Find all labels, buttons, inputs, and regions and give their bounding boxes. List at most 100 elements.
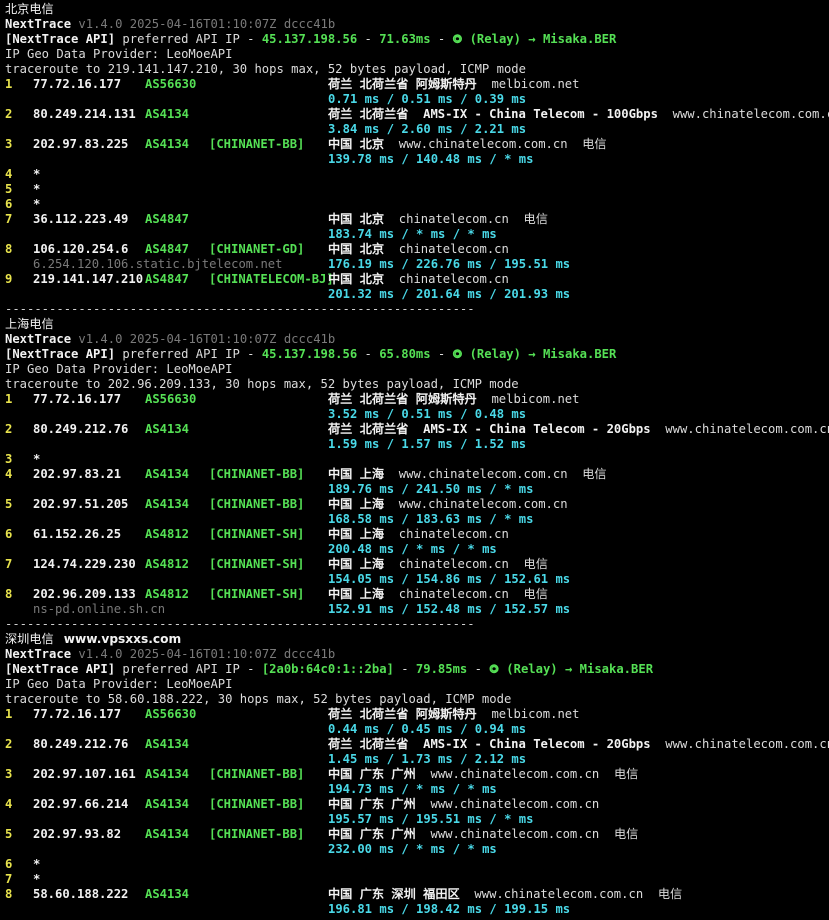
hop-rtt-row: 6.254.120.106.static.bjtelecom.net 176.19…: [5, 257, 829, 272]
hop-geo: 中国 广东 广州: [328, 767, 416, 781]
traceroute-line: traceroute to 202.96.209.133, 30 hops ma…: [5, 377, 829, 392]
hop-rtt: 1.59 ms / 1.57 ms / 1.52 ms: [328, 437, 527, 451]
hop-rtt: 152.91 ms / 152.48 ms / 152.57 ms: [328, 602, 571, 616]
section-label: 北京电信: [5, 2, 54, 16]
hop-row: 3 *: [5, 452, 829, 467]
hop-geo-info: 中国 广东 广州 www.chinatelecom.com.cn: [328, 797, 599, 812]
hop-domain: www.chinatelecom.com.cn: [398, 467, 568, 481]
hop-hostname: 6.254.120.106.static.bjtelecom.net: [33, 257, 283, 271]
hop-domain: chinatelecom.cn: [398, 272, 509, 286]
traceroute-command: traceroute to 58.60.188.222, 30 hops max…: [5, 692, 512, 706]
hop-domain: www.chinatelecom.com.cn: [430, 767, 600, 781]
version-info: v1.4.0 2025-04-16T01:10:07Z dccc41b: [78, 647, 336, 661]
hop-geo: 中国 广东 深圳 福田区: [328, 887, 460, 901]
hop-isp: 电信: [523, 557, 548, 571]
hop-geo-info: 中国 上海 chinatelecom.cn 电信: [328, 557, 548, 572]
geo-provider-line: IP Geo Data Provider: LeoMoeAPI: [5, 47, 829, 62]
hop-geo: 中国 上海: [328, 557, 385, 571]
hop-ip: 202.97.107.161: [33, 767, 136, 781]
hop-number: 2: [5, 107, 13, 121]
hop-number: 8: [5, 242, 13, 256]
hop-geo: 中国 北京: [328, 242, 385, 256]
site-watermark: www.vpsxxs.com: [63, 632, 182, 646]
traceroute-command: traceroute to 202.96.209.133, 30 hops ma…: [5, 377, 519, 391]
hop-isp: 电信: [613, 767, 639, 781]
hop-geo: 荷兰 北荷兰省 AMS-IX - China Telecom - 20Gbps: [328, 422, 651, 436]
api-latency: 71.63ms: [379, 32, 431, 46]
hop-asn: AS4134: [145, 467, 190, 481]
hop-ip: 77.72.16.177: [33, 392, 122, 406]
hop-rtt: 176.19 ms / 226.76 ms / 195.51 ms: [328, 257, 571, 271]
hop-rtt: 3.52 ms / 0.51 ms / 0.48 ms: [328, 407, 527, 421]
hop-geo: 中国 上海: [328, 587, 385, 601]
hop-tag: [CHINANET-GD]: [209, 242, 305, 256]
hop-row: 3 202.97.107.161 AS4134 [CHINANET-BB] 中国 广东 …: [5, 767, 829, 782]
api-text: preferred API IP -: [115, 32, 262, 46]
hop-geo-info: 中国 上海 www.chinatelecom.com.cn: [328, 497, 568, 512]
hop-row: 2 80.249.212.76 AS4134 荷兰 北荷兰省 AMS-IX - Chi…: [5, 737, 829, 752]
hop-asn: AS4134: [145, 737, 190, 751]
version-line: NextTrace v1.4.0 2025-04-16T01:10:07Z dc…: [5, 647, 829, 662]
hop-number: 3: [5, 137, 13, 151]
hop-row: 7 36.112.223.49 AS4847 中国 北京 chinatelecom.c…: [5, 212, 829, 227]
hop-asn: AS4847: [145, 212, 190, 226]
hop-number: 6: [5, 857, 13, 871]
app-name: NextTrace: [5, 17, 72, 31]
api-sep: -: [393, 662, 416, 676]
hop-geo-info: 中国 北京 chinatelecom.cn: [328, 242, 509, 257]
api-sep: -: [430, 347, 453, 361]
separator-line: ----------------------------------------…: [5, 617, 829, 632]
hop-ip: 124.74.229.230: [33, 557, 136, 571]
hop-tag: [CHINANET-SH]: [209, 557, 305, 571]
hop-asn: AS4812: [145, 557, 190, 571]
hop-number: 2: [5, 737, 13, 751]
hop-domain: chinatelecom.cn: [398, 212, 509, 226]
hop-ip: *: [33, 872, 41, 886]
hop-row: 8 106.120.254.6 AS4847 [CHINANET-GD] 中国 北京 c…: [5, 242, 829, 257]
hop-hostname: ns-pd.online.sh.cn: [33, 602, 166, 616]
separator: ----------------------------------------…: [5, 302, 475, 316]
hop-geo: 荷兰 北荷兰省 阿姆斯特丹: [328, 392, 477, 406]
hop-rtt: 232.00 ms / * ms / * ms: [328, 842, 497, 856]
hop-asn: AS4847: [145, 242, 190, 256]
hop-number: 7: [5, 212, 13, 226]
hop-tag: [CHINANET-SH]: [209, 587, 305, 601]
hop-ip: 202.97.51.205: [33, 497, 129, 511]
hop-geo-info: 荷兰 北荷兰省 阿姆斯特丹 melbicom.net: [328, 392, 580, 407]
api-prefix: [NextTrace API]: [5, 662, 116, 676]
hop-row: 7 124.74.229.230 AS4812 [CHINANET-SH] 中国 上海 …: [5, 557, 829, 572]
hop-rtt-row: 232.00 ms / * ms / * ms: [5, 842, 829, 857]
hop-number: 2: [5, 422, 13, 436]
hop-row: 4 *: [5, 167, 829, 182]
hop-number: 1: [5, 77, 13, 91]
hop-number: 3: [5, 452, 13, 466]
hop-rtt-row: 0.71 ms / 0.51 ms / 0.39 ms: [5, 92, 829, 107]
hop-geo-info: 中国 北京 www.chinatelecom.com.cn 电信: [328, 137, 607, 152]
hop-row: 6 *: [5, 857, 829, 872]
hop-domain: www.chinatelecom.com.cn: [665, 422, 829, 436]
hop-ip: *: [33, 182, 41, 196]
hop-geo: 荷兰 北荷兰省 阿姆斯特丹: [328, 707, 477, 721]
hop-number: 4: [5, 467, 13, 481]
hop-domain: melbicom.net: [491, 392, 580, 406]
hop-asn: AS4134: [145, 107, 190, 121]
hop-rtt-row: 200.48 ms / * ms / * ms: [5, 542, 829, 557]
hop-asn: AS56630: [145, 77, 197, 91]
hop-asn: AS4134: [145, 767, 190, 781]
terminal-output: 北京电信 NextTrace v1.4.0 2025-04-16T01:10:07…: [5, 2, 829, 917]
app-name: NextTrace: [5, 332, 72, 346]
api-text: preferred API IP -: [115, 347, 262, 361]
hop-number: 5: [5, 497, 13, 511]
hop-row: 2 80.249.214.131 AS4134 荷兰 北荷兰省 AMS-IX - Ch…: [5, 107, 829, 122]
hop-tag: [CHINANET-BB]: [209, 467, 305, 481]
hop-rtt-row: 201.32 ms / 201.64 ms / 201.93 ms: [5, 287, 829, 302]
api-relay: ⭗ (Relay) → Misaka.BER: [452, 32, 617, 46]
geo-provider-line: IP Geo Data Provider: LeoMoeAPI: [5, 677, 829, 692]
hop-domain: www.chinatelecom.com.cn: [398, 497, 568, 511]
hop-rtt-row: 154.05 ms / 154.86 ms / 152.61 ms: [5, 572, 829, 587]
hop-ip: 58.60.188.222: [33, 887, 129, 901]
hop-tag: [CHINANET-BB]: [209, 827, 305, 841]
hop-rtt: 139.78 ms / 140.48 ms / * ms: [328, 152, 534, 166]
hop-geo-info: 中国 北京 chinatelecom.cn: [328, 272, 509, 287]
hop-ip: 202.97.83.225: [33, 137, 129, 151]
